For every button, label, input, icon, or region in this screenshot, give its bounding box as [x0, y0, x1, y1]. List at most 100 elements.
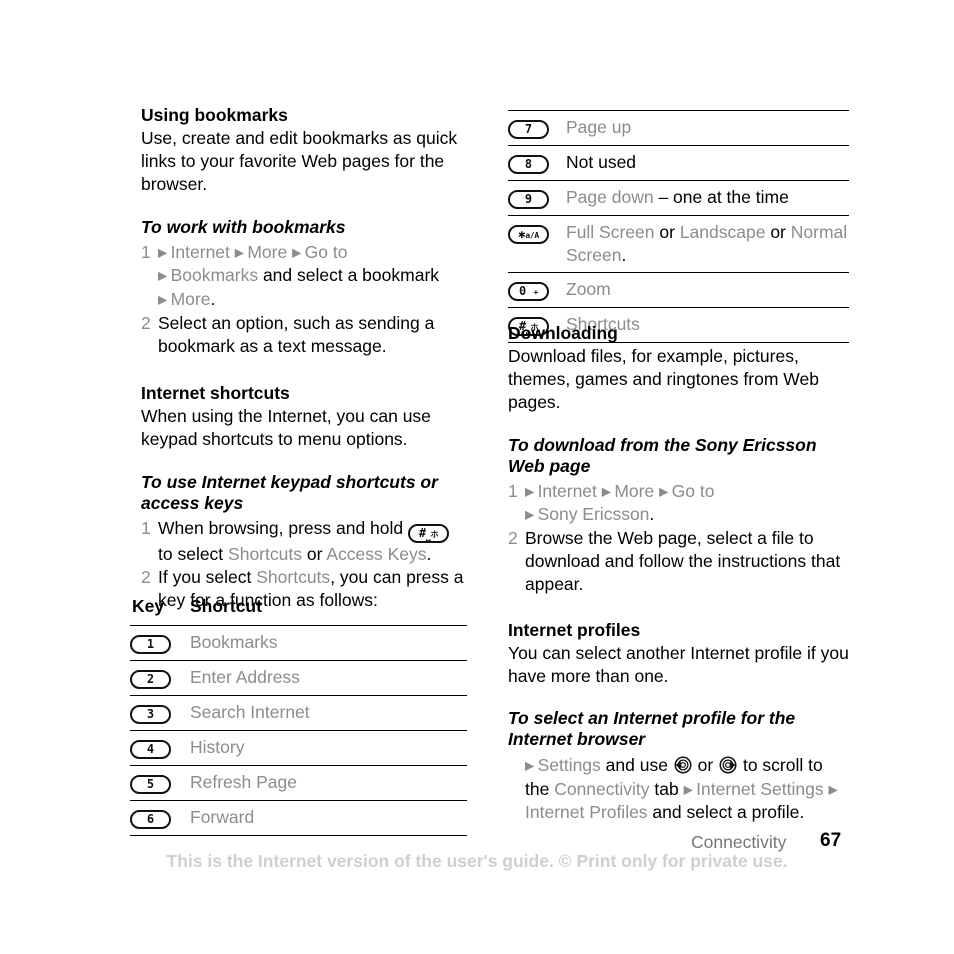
body-text: and select a bookmark	[262, 265, 440, 286]
table-cell-key: 6	[130, 800, 190, 836]
menu-path-text: More	[614, 480, 660, 501]
shortcut-table-right: 7 Page up 8 Not used 9 Page down – one at the…	[508, 110, 849, 343]
step-number: 1	[508, 480, 518, 501]
triangle-bullet-icon: ▶	[158, 268, 171, 283]
step-number: 2	[508, 528, 518, 549]
step-line: ▶ Internet ▶ More ▶ Go to	[158, 241, 471, 265]
keypad-key-zero-icon: 0 +	[508, 282, 549, 301]
body-text: .	[621, 244, 627, 265]
table-cell-key: 4	[130, 730, 190, 766]
menu-path-text: Access Keys	[326, 543, 427, 564]
paragraph-using-bookmarks: Use, create and edit bookmarks as quick …	[141, 128, 458, 195]
nav-right-key-icon	[719, 756, 737, 774]
shortcut-table-body: 7 Page up 8 Not used 9 Page down – one at the…	[508, 110, 849, 343]
menu-path-text: Sony Ericsson	[537, 504, 650, 525]
right-column: Downloading Download files, for example,…	[508, 322, 849, 825]
table-cell-key: 5	[130, 765, 190, 801]
body-text: or	[765, 222, 791, 242]
body-text: When browsing, press and hold	[158, 517, 408, 538]
menu-path-text: Page down	[566, 187, 654, 207]
triangle-bullet-icon: ▶	[158, 245, 171, 260]
table-header-row: Key Shortcut	[130, 590, 467, 626]
table-row: 8 Not used	[508, 145, 849, 181]
step-number	[508, 754, 525, 825]
table-cell-key: 1	[130, 625, 190, 661]
table-row: 1 Bookmarks	[130, 625, 467, 661]
menu-path-text: Full Screen	[566, 222, 655, 242]
keypad-key-3-icon: 3	[130, 704, 171, 724]
shortcut-table: Key Shortcut 1 Bookmarks 2 Enter Address 3 Sear…	[130, 590, 467, 836]
menu-path-text: Refresh Page	[190, 771, 298, 792]
step-text: Browse the Web page, select a file to do…	[525, 527, 849, 597]
triangle-bullet-icon: ▶	[234, 245, 248, 260]
table-cell-shortcut: Full Screen or Landscape or Normal Scree…	[566, 215, 849, 273]
table-cell-key: 0 +	[508, 272, 566, 308]
step-item: 1 ▶ Internet ▶ More ▶ Go to ▶ Sony Erics…	[508, 480, 849, 527]
menu-path-text: Page up	[566, 117, 632, 137]
keypad-key-4-icon: 4	[130, 739, 171, 759]
table-cell-shortcut: Not used	[566, 145, 849, 181]
step-text: When browsing, press and hold #⎵ホ to sel…	[158, 517, 471, 566]
step-text: ▶ Internet ▶ More ▶ Go to ▶ Sony Ericsso…	[525, 480, 849, 527]
table-row: 7 Page up	[508, 110, 849, 146]
triangle-bullet-icon: ▶	[525, 758, 538, 773]
step-line: Select an option, such as sending a book…	[158, 312, 471, 358]
menu-path-text: Enter Address	[190, 666, 300, 687]
heading-to-select-internet-profile: To select an Internet profile for the In…	[508, 708, 796, 750]
paragraph-internet-profiles: You can select another Internet profile …	[508, 642, 849, 686]
step-item: 2 Select an option, such as sending a bo…	[141, 312, 471, 358]
menu-path-text: Landscape	[679, 222, 766, 242]
menu-path-text: Internet Profiles	[525, 802, 648, 823]
table-cell-key: 9	[508, 180, 566, 216]
table-header-cell: Key	[130, 590, 190, 626]
table-row: 3 Search Internet	[130, 695, 467, 731]
heading-to-work-with-bookmarks: To work with bookmarks	[141, 216, 346, 237]
keypad-key-5-icon: 5	[130, 774, 171, 794]
shortcut-table-continued: 7 Page up 8 Not used 9 Page down – one at the…	[508, 110, 849, 343]
footer-page-number: 67	[820, 830, 842, 851]
table-row: 4 History	[130, 730, 467, 766]
menu-path-text: Go to	[304, 241, 348, 262]
left-column: Using bookmarks Use, create and edit boo…	[141, 104, 471, 612]
table-row: ✱a/A Full Screen or Landscape or Normal S…	[508, 215, 849, 273]
menu-path-text: Bookmarks	[190, 631, 278, 652]
body-text: or	[692, 755, 719, 776]
keypad-key-8-icon: 8	[508, 155, 549, 174]
nav-left-key-icon	[674, 756, 692, 774]
menu-path-text: Shortcuts	[228, 543, 302, 564]
keypad-key-6-icon: 6	[130, 809, 171, 829]
heading-internet-shortcuts: Internet shortcuts	[141, 383, 290, 404]
body-text: to select	[158, 543, 229, 564]
step-line: When browsing, press and hold #⎵ホ	[158, 517, 471, 543]
menu-path-text: Search Internet	[190, 701, 310, 722]
keypad-key-2-icon: 2	[130, 669, 171, 689]
menu-path-text: Internet	[537, 480, 602, 501]
body-text: or	[301, 543, 327, 564]
body-text: – one at the time	[653, 187, 789, 207]
triangle-bullet-icon: ▶	[828, 782, 838, 797]
heading-to-download-from-sony-ericsson: To download from the Sony Ericsson Web p…	[508, 434, 817, 476]
table-row: 6 Forward	[130, 800, 467, 836]
heading-internet-profiles: Internet profiles	[508, 619, 641, 640]
table-cell-key: 7	[508, 110, 566, 146]
body-text: or	[654, 222, 680, 242]
step-text: Select an option, such as sending a book…	[158, 312, 471, 358]
menu-path-text: Zoom	[566, 279, 611, 299]
step-number: 1	[141, 517, 151, 538]
table-row: 5 Refresh Page	[130, 765, 467, 801]
menu-path-text: Internet	[170, 241, 235, 262]
table-cell-shortcut: Page up	[566, 110, 849, 146]
step-line: ▶ Bookmarks and select a bookmark	[158, 264, 471, 288]
body-text: and use	[600, 755, 673, 776]
step-line: ▶ Settings and use or to scroll to the C…	[525, 754, 849, 825]
body-text: .	[210, 289, 216, 310]
step-line: ▶ Sony Ericsson.	[525, 503, 849, 527]
shortcut-table-left: Key Shortcut 1 Bookmarks 2 Enter Address 3 Sear…	[130, 590, 467, 836]
keypad-key-1-icon: 1	[130, 634, 171, 654]
step-text: ▶ Internet ▶ More ▶ Go to ▶ Bookmarks an…	[158, 241, 471, 312]
body-text: Not used	[566, 152, 637, 172]
heading-to-use-internet-keypad-shortcuts: To use Internet keypad shortcuts or acce…	[141, 471, 438, 513]
triangle-bullet-icon: ▶	[525, 484, 538, 499]
keypad-key-9-icon: 9	[508, 190, 549, 209]
menu-path-text: History	[190, 736, 245, 757]
